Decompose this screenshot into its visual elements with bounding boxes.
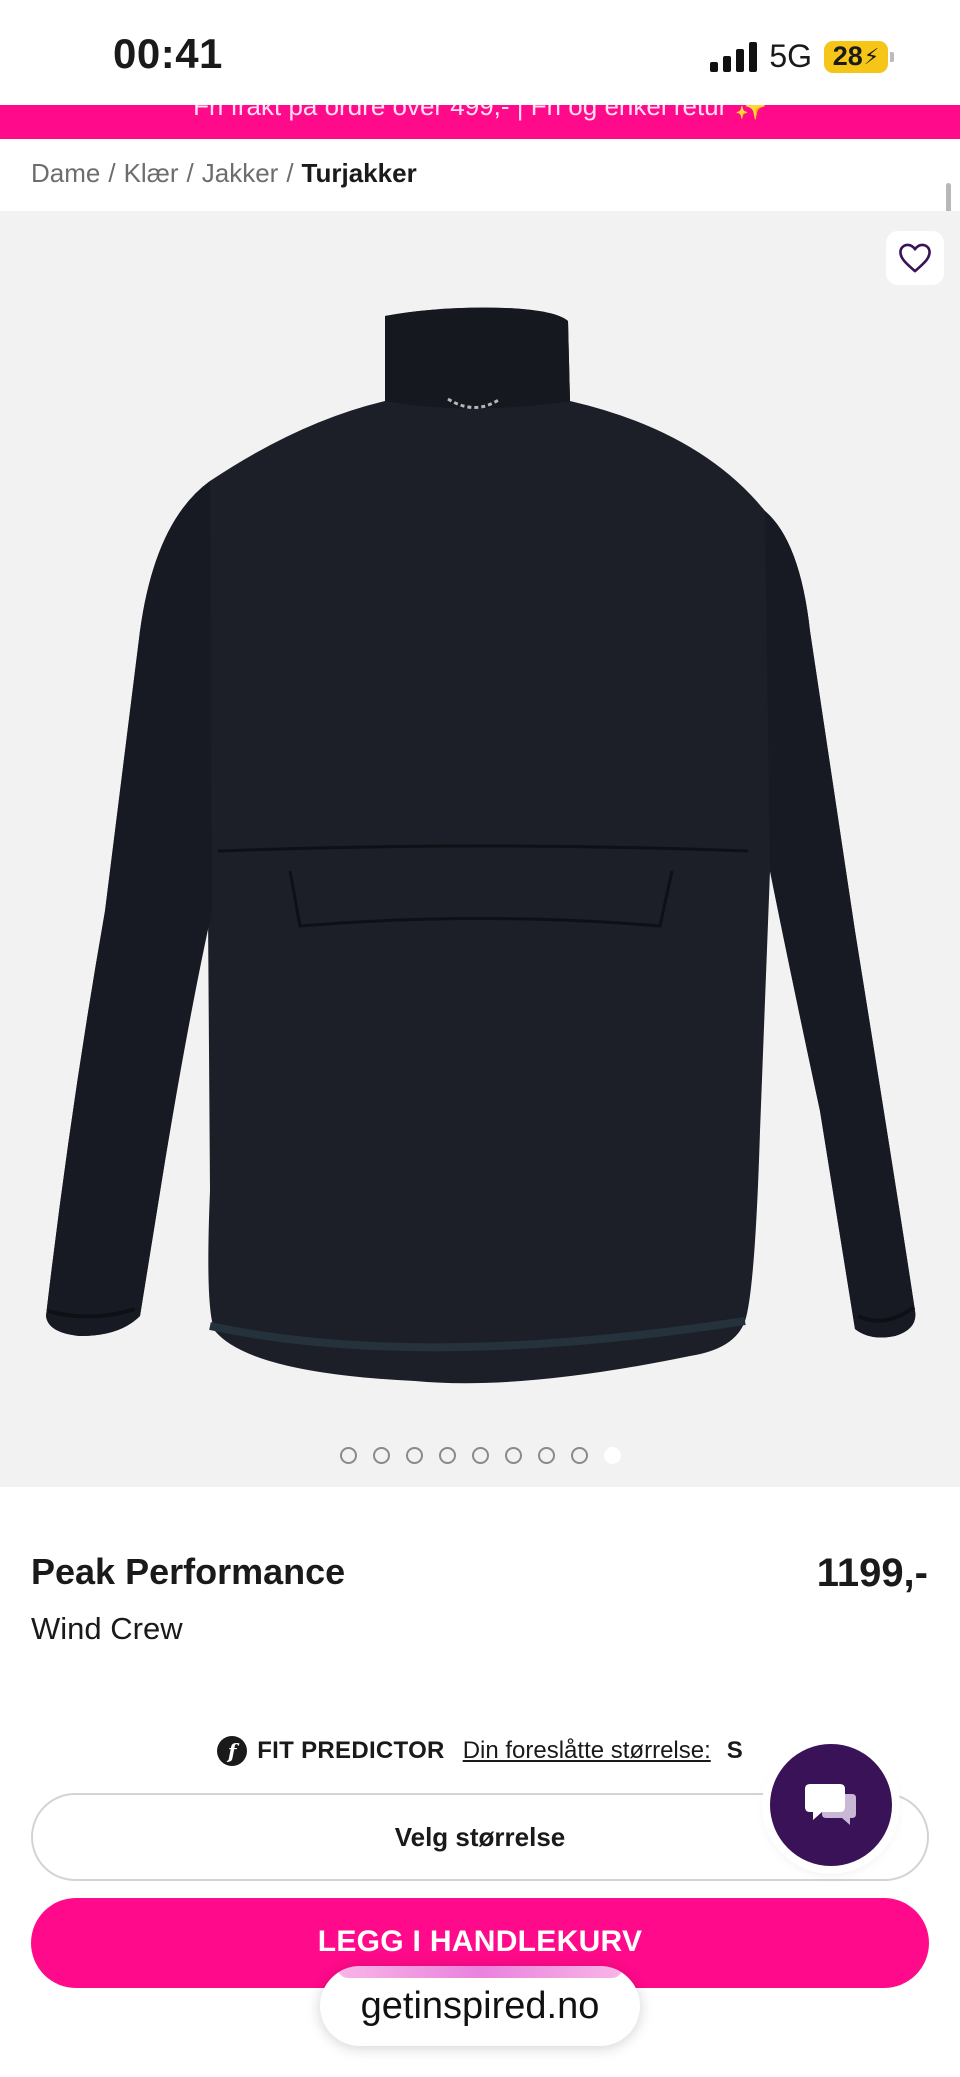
product-image: [46, 307, 916, 1384]
breadcrumb-separator: /: [108, 158, 116, 188]
chat-button[interactable]: [770, 1744, 892, 1866]
browser-address-bar[interactable]: getinspired.no: [320, 1966, 640, 2046]
breadcrumb-current: Turjakker: [301, 158, 417, 188]
battery-icon: 28 ⚡: [824, 40, 894, 73]
gallery-dot[interactable]: [504, 1447, 522, 1464]
promo-banner[interactable]: Fri frakt på ordre over 499,- | Fri og e…: [0, 105, 960, 139]
fit-predictor-title: FIT PREDICTOR: [257, 1737, 445, 1764]
gallery-dots: [0, 1447, 960, 1464]
product-name: Wind Crew: [31, 1611, 183, 1646]
status-bar: 00:41 5G 28 ⚡: [0, 0, 960, 105]
signal-icon: [710, 41, 758, 72]
breadcrumb: Dame / Klær / Jakker / Turjakker: [31, 158, 417, 189]
url-text: getinspired.no: [360, 1984, 600, 2027]
battery-level: 28: [832, 41, 863, 71]
gallery-dot[interactable]: [570, 1447, 588, 1464]
add-to-cart-label: LEGG I HANDLEKURV: [317, 1925, 643, 1958]
gallery-dot[interactable]: [471, 1447, 489, 1464]
breadcrumb-separator: /: [286, 158, 294, 188]
gallery-dot[interactable]: [603, 1447, 621, 1464]
promo-text: Fri frakt på ordre over 499,- | Fri og e…: [193, 105, 767, 121]
status-time: 00:41: [113, 30, 223, 77]
product-image-gallery[interactable]: [0, 211, 960, 1487]
gallery-dot[interactable]: [372, 1447, 390, 1464]
breadcrumb-item-dame[interactable]: Dame: [31, 158, 100, 189]
chat-icon: [805, 1784, 856, 1825]
product-brand[interactable]: Peak Performance: [31, 1551, 345, 1593]
network-label: 5G: [769, 38, 812, 74]
heart-icon: [899, 243, 931, 273]
product-price: 1199,-: [816, 1551, 928, 1595]
wishlist-button[interactable]: [886, 231, 944, 285]
breadcrumb-item-klaer[interactable]: Klær: [124, 158, 179, 189]
fit-predictor-logo-icon: f: [217, 1736, 248, 1766]
charging-bolt-icon: ⚡: [863, 43, 880, 69]
fit-predictor-link[interactable]: Din foreslåtte størrelse:: [463, 1737, 711, 1765]
breadcrumb-item-jakker[interactable]: Jakker: [202, 158, 279, 189]
size-select-label: Velg størrelse: [394, 1821, 566, 1852]
gallery-dot[interactable]: [339, 1447, 357, 1464]
status-indicators: 5G 28 ⚡: [710, 38, 894, 75]
gallery-dot[interactable]: [537, 1447, 555, 1464]
gallery-dot[interactable]: [438, 1447, 456, 1464]
breadcrumb-separator: /: [186, 158, 194, 188]
gallery-dot[interactable]: [405, 1447, 423, 1464]
fit-predictor-size: S: [726, 1737, 743, 1764]
